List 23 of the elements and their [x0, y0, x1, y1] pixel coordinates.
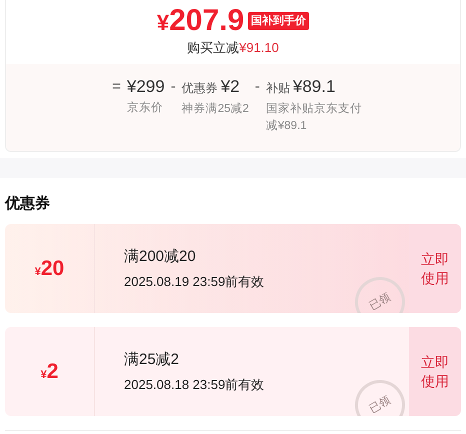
breakdown-note: 神券满25减2 [182, 102, 249, 117]
coupon-value: ¥20 [34, 256, 64, 282]
final-price: ¥207.9 [156, 6, 244, 36]
savings-amount: ¥91.10 [239, 39, 279, 56]
operator-sign: - [254, 77, 260, 97]
breakdown-amount: ¥299 [126, 76, 165, 98]
coupon-condition: 满200减20 [124, 246, 197, 266]
breakdown-note: 京东价 [126, 100, 164, 116]
breakdown-label: 优惠券 [182, 80, 218, 97]
section-title: 优惠券 [5, 195, 50, 212]
use-now-button[interactable]: 立即使用 [409, 327, 461, 416]
breakdown-note: 国家补贴京东支付减¥89.1 [266, 101, 363, 134]
price-badge: 国补到手价 [248, 12, 310, 30]
coupon-validity: 2025.08.19 23:59前有效 [124, 273, 266, 291]
coupon-condition: 满25减2 [124, 350, 180, 370]
operator-sign: = [112, 77, 121, 97]
coupon-value: ¥2 [40, 358, 58, 385]
breakdown-amount: ¥2 [220, 76, 240, 98]
breakdown-amount: ¥89.1 [292, 76, 336, 98]
savings-label: 购买立减 [187, 39, 240, 56]
operator-sign: - [170, 77, 176, 97]
coupon-validity: 2025.08.18 23:59前有效 [124, 376, 266, 394]
breakdown-label: 补贴 [266, 80, 290, 97]
